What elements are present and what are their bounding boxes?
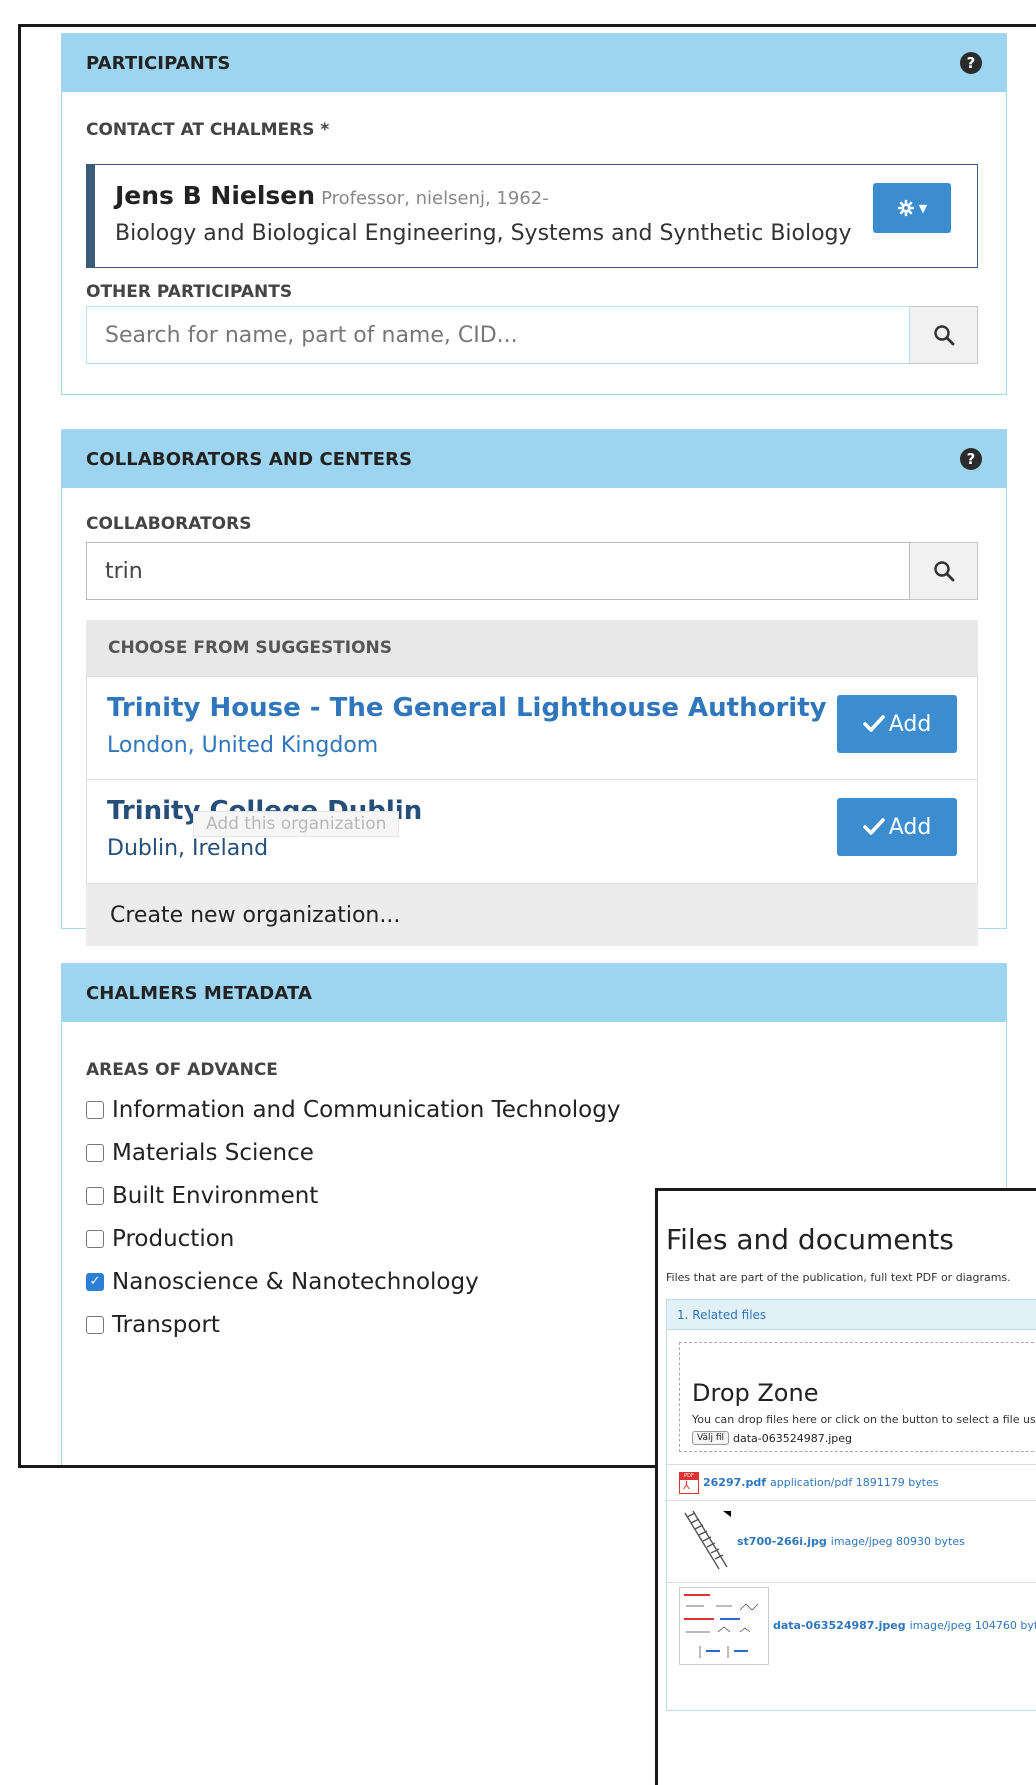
area-checkbox-item[interactable]: Production bbox=[86, 1217, 620, 1260]
participant-search-input[interactable] bbox=[86, 306, 910, 364]
suggestion-location: Dublin, Ireland bbox=[107, 836, 269, 861]
checkbox[interactable] bbox=[86, 1143, 104, 1162]
contact-meta: Professor, nielsenj, 1962- bbox=[321, 188, 549, 209]
create-organization-label: Create new organization... bbox=[110, 902, 401, 928]
checkbox-checked[interactable]: ✓ bbox=[86, 1272, 104, 1291]
suggestion-item[interactable]: Trinity House - The General Lighthouse A… bbox=[86, 676, 978, 780]
area-label: Transport bbox=[112, 1311, 220, 1338]
drop-zone[interactable]: Drop Zone You can drop files here or cli… bbox=[679, 1342, 1036, 1452]
areas-of-advance-label: AREAS OF ADVANCE bbox=[86, 1060, 278, 1080]
drop-zone-title: Drop Zone bbox=[692, 1379, 819, 1407]
file-link[interactable]: st700-266i.jpg bbox=[737, 1535, 827, 1548]
pdf-icon: PDF ⅄ bbox=[679, 1471, 699, 1494]
area-label: Production bbox=[112, 1225, 235, 1252]
file-row: PDF ⅄ 26297.pdf application/pdf 1891179 b… bbox=[667, 1464, 1036, 1500]
area-label: Materials Science bbox=[112, 1139, 314, 1166]
file-picker: Välj fil data-063524987.jpeg bbox=[692, 1431, 852, 1445]
metadata-title: CHALMERS METADATA bbox=[86, 982, 312, 1004]
suggestions-dropdown: CHOOSE FROM SUGGESTIONS Trinity House - … bbox=[86, 620, 978, 946]
checkmark-icon bbox=[862, 818, 885, 835]
add-button-label: Add bbox=[888, 711, 932, 737]
collaborators-header: COLLABORATORS AND CENTERS ? bbox=[62, 430, 1006, 488]
contact-settings-button[interactable]: ▼ bbox=[873, 183, 951, 233]
suggestion-name[interactable]: Trinity House - The General Lighthouse A… bbox=[107, 693, 827, 723]
file-meta: image/jpeg 104760 bytes bbox=[909, 1619, 1036, 1632]
gear-icon bbox=[897, 199, 914, 217]
area-checkbox-item[interactable]: Transport bbox=[86, 1303, 620, 1346]
area-checkbox-item[interactable]: Built Environment bbox=[86, 1174, 620, 1217]
checkbox[interactable] bbox=[86, 1315, 104, 1334]
file-link[interactable]: 26297.pdf bbox=[703, 1476, 766, 1489]
area-checkbox-item[interactable]: Information and Communication Technology bbox=[86, 1088, 620, 1131]
area-label: Built Environment bbox=[112, 1182, 319, 1209]
add-button[interactable]: Add bbox=[837, 695, 957, 753]
participant-search bbox=[86, 306, 978, 364]
checkbox[interactable] bbox=[86, 1186, 104, 1205]
area-label: Nanoscience & Nanotechnology bbox=[112, 1268, 479, 1295]
contact-label: CONTACT AT CHALMERS * bbox=[86, 120, 330, 140]
contact-name-line: Jens B Nielsen Professor, nielsenj, 1962- bbox=[115, 181, 549, 210]
files-title: Files and documents bbox=[666, 1223, 954, 1256]
files-subtitle: Files that are part of the publication, … bbox=[666, 1271, 1011, 1284]
collaborators-panel: COLLABORATORS AND CENTERS ? COLLABORATOR… bbox=[61, 429, 1007, 946]
participants-title: PARTICIPANTS bbox=[86, 52, 231, 74]
search-icon bbox=[933, 325, 954, 346]
other-participants-label: OTHER PARTICIPANTS bbox=[86, 282, 293, 302]
drop-zone-text: You can drop files here or click on the … bbox=[692, 1413, 1036, 1426]
collaborator-search-input[interactable] bbox=[86, 542, 910, 600]
area-label: Information and Communication Technology bbox=[112, 1096, 621, 1123]
file-row: st700-266i.jpg image/jpeg 80930 bytes bbox=[667, 1500, 1036, 1582]
suggestion-location: London, United Kingdom bbox=[107, 733, 379, 758]
help-icon[interactable]: ? bbox=[960, 52, 982, 74]
participants-header: PARTICIPANTS ? bbox=[62, 34, 1006, 92]
image-thumbnail-icon bbox=[684, 1510, 731, 1569]
related-files-header: 1. Related files bbox=[667, 1300, 1036, 1330]
add-button-label: Add bbox=[888, 814, 932, 840]
chevron-down-icon: ▼ bbox=[918, 201, 928, 215]
contact-name: Jens B Nielsen bbox=[115, 181, 316, 210]
choose-file-button[interactable]: Välj fil bbox=[692, 1431, 730, 1445]
collaborators-title: COLLABORATORS AND CENTERS bbox=[86, 448, 413, 470]
chosen-file-name: data-063524987.jpeg bbox=[733, 1431, 853, 1445]
related-files-panel: 1. Related files Drop Zone You can drop … bbox=[666, 1299, 1036, 1711]
participant-search-button[interactable] bbox=[910, 306, 978, 364]
file-meta: image/jpeg 80930 bytes bbox=[830, 1535, 965, 1548]
checkbox[interactable] bbox=[86, 1100, 104, 1119]
collaborator-search bbox=[86, 542, 978, 600]
create-organization-option[interactable]: Create new organization... bbox=[86, 884, 978, 946]
contact-card: Jens B Nielsen Professor, nielsenj, 1962-… bbox=[86, 164, 978, 268]
collaborators-label: COLLABORATORS bbox=[86, 514, 252, 534]
metadata-header: CHALMERS METADATA bbox=[62, 964, 1006, 1022]
participants-panel: PARTICIPANTS ? CONTACT AT CHALMERS * Jen… bbox=[61, 33, 1007, 395]
file-link[interactable]: data-063524987.jpeg bbox=[773, 1619, 906, 1632]
add-button[interactable]: Add bbox=[837, 798, 957, 856]
file-meta: application/pdf 1891179 bytes bbox=[769, 1476, 939, 1489]
image-thumbnail-icon bbox=[679, 1586, 769, 1665]
files-window: Files and documents Files that are part … bbox=[655, 1188, 1036, 1785]
suggestions-header: CHOOSE FROM SUGGESTIONS bbox=[86, 620, 978, 676]
checkbox[interactable] bbox=[86, 1229, 104, 1248]
checkmark-icon bbox=[862, 715, 885, 732]
file-row: data-063524987.jpeg image/jpeg 104760 by… bbox=[667, 1582, 1036, 1668]
search-icon bbox=[933, 561, 954, 582]
add-organization-tooltip: Add this organization bbox=[193, 811, 400, 837]
area-checkbox-item[interactable]: Materials Science bbox=[86, 1131, 620, 1174]
areas-of-advance-list: Information and Communication Technology… bbox=[86, 1088, 620, 1346]
area-checkbox-item[interactable]: ✓ Nanoscience & Nanotechnology bbox=[86, 1260, 620, 1303]
contact-department: Biology and Biological Engineering, Syst… bbox=[115, 221, 852, 246]
collaborator-search-button[interactable] bbox=[910, 542, 978, 600]
help-icon[interactable]: ? bbox=[960, 448, 982, 470]
